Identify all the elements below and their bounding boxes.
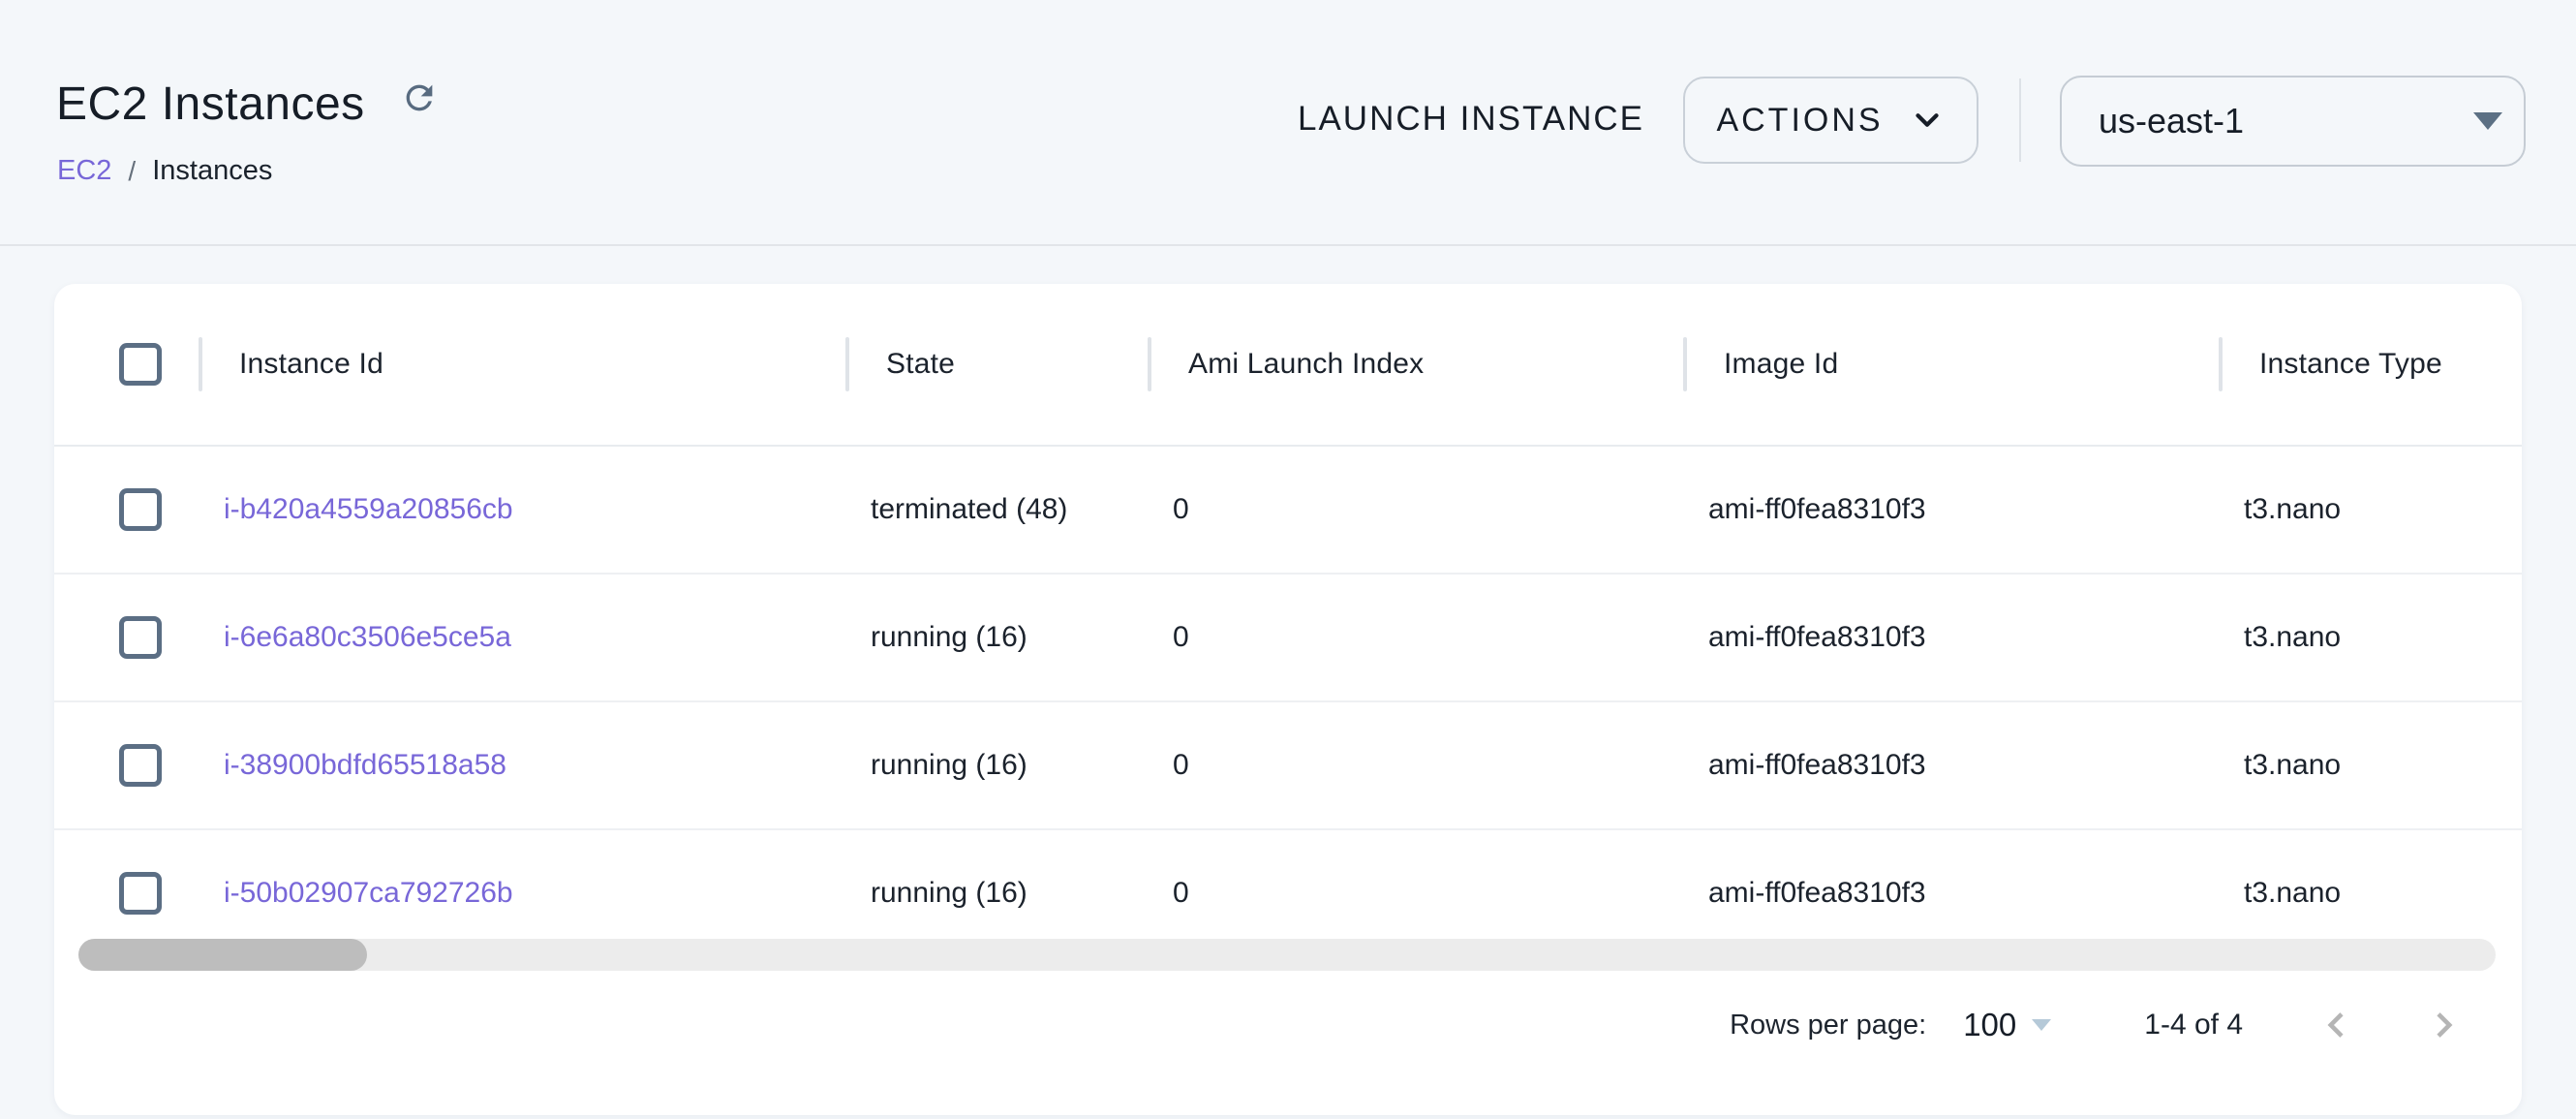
region-select[interactable]: us-east-1	[2060, 76, 2526, 167]
page-title: EC2 Instances	[56, 78, 365, 131]
column-header-state[interactable]: State	[886, 348, 955, 381]
refresh-icon	[400, 78, 439, 117]
column-header-image-id[interactable]: Image Id	[1724, 348, 1838, 381]
table-row: i-6e6a80c3506e5ce5a running (16) 0 ami-f…	[54, 575, 2522, 702]
column-separator[interactable]	[845, 337, 849, 391]
state-cell: running (16)	[871, 621, 1027, 653]
table-row: i-b420a4559a20856cb terminated (48) 0 am…	[54, 447, 2522, 575]
breadcrumb-current: Instances	[152, 155, 272, 187]
region-select-value: us-east-1	[2099, 101, 2244, 141]
toolbar-divider	[2019, 78, 2021, 162]
caret-down-icon	[2030, 1017, 2053, 1033]
instance-type-cell: t3.nano	[2244, 749, 2341, 781]
table-header-row: Instance Id State Ami Launch Index Image…	[54, 284, 2522, 447]
column-separator[interactable]	[2219, 337, 2223, 391]
pagination-range: 1-4 of 4	[2144, 1009, 2243, 1041]
pagination: Rows per page: 100 1-4 of 4	[1730, 989, 2468, 1061]
instance-type-cell: t3.nano	[2244, 877, 2341, 909]
row-checkbox[interactable]	[119, 744, 162, 787]
column-header-ami-launch-index-cell: Ami Launch Index	[1150, 284, 1685, 445]
instances-table-card: Instance Id State Ami Launch Index Image…	[54, 284, 2522, 1115]
table-row: i-38900bdfd65518a58 running (16) 0 ami-f…	[54, 702, 2522, 830]
column-header-state-cell: State	[847, 284, 1150, 445]
ami-launch-index-cell: 0	[1173, 749, 1189, 781]
image-id-cell: ami-ff0fea8310f3	[1708, 493, 1926, 525]
actions-button-label: ACTIONS	[1716, 102, 1883, 140]
column-separator[interactable]	[1683, 337, 1687, 391]
column-header-instance-type[interactable]: Instance Type	[2259, 348, 2442, 381]
next-page-button[interactable]	[2421, 1002, 2468, 1048]
select-all-cell	[54, 284, 200, 445]
previous-page-button[interactable]	[2313, 1002, 2359, 1048]
instance-type-cell: t3.nano	[2244, 621, 2341, 653]
refresh-button[interactable]	[398, 77, 441, 119]
state-cell: running (16)	[871, 877, 1027, 909]
column-separator[interactable]	[199, 337, 202, 391]
select-all-checkbox[interactable]	[119, 343, 162, 386]
horizontal-scrollbar-track[interactable]	[78, 939, 2496, 971]
instance-id-link[interactable]: i-6e6a80c3506e5ce5a	[224, 621, 511, 653]
launch-instance-button[interactable]: LAUNCH INSTANCE	[1290, 94, 1652, 144]
column-header-instance-type-cell: Instance Type	[2221, 284, 2522, 445]
column-separator[interactable]	[1148, 337, 1151, 391]
rows-per-page-value: 100	[1963, 1007, 2016, 1043]
rows-per-page-select[interactable]: 100	[1963, 1007, 2053, 1043]
row-checkbox[interactable]	[119, 488, 162, 531]
image-id-cell: ami-ff0fea8310f3	[1708, 877, 1926, 909]
instance-id-link[interactable]: i-38900bdfd65518a58	[224, 749, 506, 781]
header-divider	[0, 244, 2576, 246]
chevron-left-icon	[2315, 1005, 2356, 1045]
caret-down-icon	[2471, 110, 2504, 132]
rows-per-page-label: Rows per page:	[1730, 1010, 1926, 1041]
state-cell: terminated (48)	[871, 493, 1067, 525]
instance-id-link[interactable]: i-b420a4559a20856cb	[224, 493, 513, 525]
column-header-instance-id-cell: Instance Id	[200, 284, 847, 445]
column-header-ami-launch-index[interactable]: Ami Launch Index	[1188, 348, 1424, 381]
chevron-right-icon	[2424, 1005, 2465, 1045]
chevron-down-icon	[1909, 102, 1946, 139]
row-checkbox[interactable]	[119, 616, 162, 659]
ami-launch-index-cell: 0	[1173, 493, 1189, 525]
table-row: i-50b02907ca792726b running (16) 0 ami-f…	[54, 830, 2522, 956]
instance-id-link[interactable]: i-50b02907ca792726b	[224, 877, 513, 909]
column-header-image-id-cell: Image Id	[1685, 284, 2221, 445]
horizontal-scrollbar-thumb[interactable]	[78, 939, 367, 971]
column-header-instance-id[interactable]: Instance Id	[239, 348, 383, 381]
ami-launch-index-cell: 0	[1173, 621, 1189, 653]
breadcrumb-separator: /	[128, 156, 136, 187]
row-checkbox[interactable]	[119, 872, 162, 915]
image-id-cell: ami-ff0fea8310f3	[1708, 621, 1926, 653]
state-cell: running (16)	[871, 749, 1027, 781]
ami-launch-index-cell: 0	[1173, 877, 1189, 909]
breadcrumb-link-ec2[interactable]: EC2	[57, 155, 111, 187]
actions-button[interactable]: ACTIONS	[1683, 77, 1978, 164]
instance-type-cell: t3.nano	[2244, 493, 2341, 525]
breadcrumb: EC2 / Instances	[57, 155, 272, 187]
image-id-cell: ami-ff0fea8310f3	[1708, 749, 1926, 781]
